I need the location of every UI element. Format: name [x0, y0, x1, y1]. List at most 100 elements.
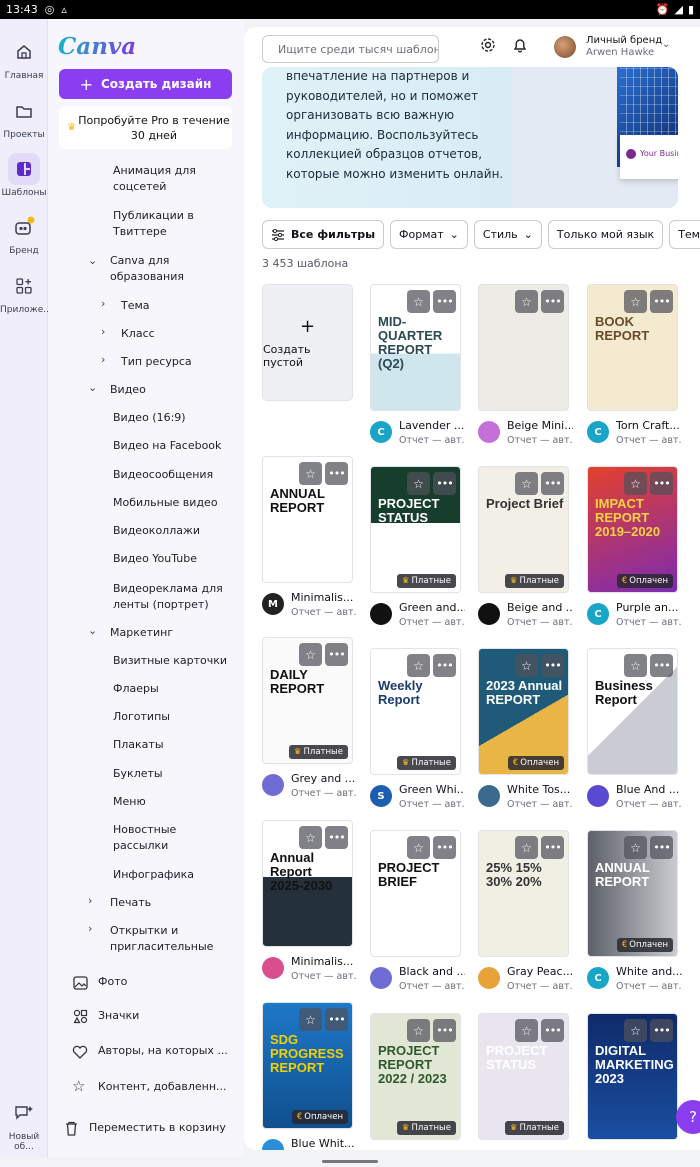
rail-apps[interactable]: Приложе...	[0, 270, 52, 315]
template-thumbnail[interactable]: PROJECT STATUS REPORT ☆ ••• ♛ Платные	[370, 466, 461, 593]
template-title[interactable]: Minimalis...	[291, 955, 357, 968]
search-input[interactable]: Ищите среди тысяч шаблонов	[278, 43, 438, 56]
template-thumbnail[interactable]: BOOK REPORT ☆ •••	[587, 284, 678, 411]
more-options-icon[interactable]: •••	[541, 290, 564, 313]
star-icon[interactable]: ☆	[624, 654, 647, 677]
template-title[interactable]: Grey and ...	[291, 772, 357, 785]
star-icon[interactable]: ☆	[624, 472, 647, 495]
chevron-down-icon[interactable]: ⌄	[88, 254, 97, 267]
template-title[interactable]: Minimalis...	[291, 591, 357, 604]
nav-starred-content[interactable]: Контент, добавленн...	[98, 1079, 227, 1095]
more-options-icon[interactable]: •••	[650, 836, 673, 859]
bell-icon[interactable]	[512, 37, 528, 57]
star-icon[interactable]: ☆	[624, 836, 647, 859]
star-icon[interactable]: ☆	[407, 836, 430, 859]
template-thumbnail[interactable]: 2023 Annual REPORT ☆ ••• € Оплачен	[478, 648, 569, 775]
nav-followed-creators[interactable]: Авторы, на которых ...	[98, 1043, 228, 1059]
nav-brochures[interactable]: Буклеты	[113, 766, 163, 782]
creator-avatar[interactable]	[478, 785, 500, 807]
filter-my-language[interactable]: Только мой язык	[547, 220, 664, 249]
pro-trial-card[interactable]: ♛ Попробуйте Pro в течение 30 дней	[59, 106, 232, 149]
nav-business-cards[interactable]: Визитные карточки	[113, 653, 227, 669]
nav-canva-education[interactable]: Canva для образования	[110, 253, 230, 285]
nav-twitter-posts[interactable]: Публикации в Твиттере	[113, 208, 233, 240]
nav-video-16-9[interactable]: Видео (16:9)	[113, 410, 186, 426]
template-thumbnail[interactable]: PROJECT BRIEF ☆ •••	[370, 830, 461, 957]
star-icon[interactable]: ☆	[299, 643, 322, 666]
template-thumbnail[interactable]: Project Brief ☆ ••• ♛ Платные	[478, 466, 569, 593]
nav-posters[interactable]: Плакаты	[113, 737, 164, 753]
creator-avatar[interactable]: M	[262, 593, 284, 615]
star-icon[interactable]: ☆	[299, 826, 322, 849]
template-thumbnail[interactable]: Business Report ☆ •••	[587, 648, 678, 775]
star-icon[interactable]: ☆	[407, 654, 430, 677]
template-thumbnail[interactable]: PROJECT STATUS ☆ ••• ♛ Платные	[478, 1013, 569, 1140]
creator-avatar[interactable]	[478, 421, 500, 443]
template-title[interactable]: Blue Whit...	[291, 1137, 357, 1150]
nav-menus[interactable]: Меню	[113, 794, 146, 810]
nav-social-animation[interactable]: Анимация для соцсетей	[113, 163, 233, 195]
template-title[interactable]: White and...	[616, 965, 682, 978]
star-icon[interactable]: ☆	[407, 472, 430, 495]
chevron-down-icon[interactable]: ⌄	[662, 39, 670, 50]
template-title[interactable]: Green and...	[399, 601, 465, 614]
star-icon[interactable]: ☆	[407, 1019, 430, 1042]
more-options-icon[interactable]: •••	[650, 654, 673, 677]
chevron-down-icon[interactable]: ⌄	[88, 381, 97, 394]
nav-feed-video-ad[interactable]: Видеореклама для ленты (портрет)	[113, 581, 225, 613]
nav-topic[interactable]: Тема	[121, 298, 150, 314]
filter-topic[interactable]: Тема⌄	[669, 220, 700, 249]
more-options-icon[interactable]: •••	[433, 836, 456, 859]
star-icon[interactable]: ☆	[624, 290, 647, 313]
rail-brand[interactable]: Бренд	[0, 211, 48, 256]
creator-avatar[interactable]	[262, 774, 284, 796]
creator-avatar[interactable]	[370, 967, 392, 989]
all-filters-button[interactable]: Все фильтры	[262, 220, 385, 249]
filter-format[interactable]: Формат ⌄	[390, 220, 468, 249]
nav-video-messages[interactable]: Видеосообщения	[113, 467, 213, 483]
star-icon[interactable]: ☆	[515, 472, 538, 495]
chevron-right-icon[interactable]: ›	[88, 894, 92, 907]
creator-avatar[interactable]: C	[370, 421, 392, 443]
star-icon[interactable]: ☆	[515, 290, 538, 313]
nav-class[interactable]: Класс	[121, 326, 155, 342]
template-thumbnail[interactable]: ☆ •••	[478, 284, 569, 411]
star-icon[interactable]: ☆	[299, 462, 322, 485]
more-options-icon[interactable]: •••	[433, 654, 456, 677]
more-options-icon[interactable]: •••	[433, 290, 456, 313]
template-title[interactable]: White Tos...	[507, 783, 573, 796]
more-options-icon[interactable]: •••	[325, 462, 348, 485]
nav-video[interactable]: Видео	[110, 382, 146, 398]
template-thumbnail[interactable]: PROJECT REPORT 2022 / 2023 ☆ ••• ♛ Платные	[370, 1013, 461, 1140]
more-options-icon[interactable]: •••	[541, 472, 564, 495]
creator-avatar[interactable]: C	[587, 603, 609, 625]
nav-video-facebook[interactable]: Видео на Facebook	[113, 438, 221, 454]
template-thumbnail[interactable]: DAILY REPORT ☆ ••• ♛ Платные	[262, 637, 353, 764]
more-options-icon[interactable]: •••	[541, 836, 564, 859]
nav-logos[interactable]: Логотипы	[113, 709, 170, 725]
settings-icon[interactable]	[480, 37, 496, 57]
more-options-icon[interactable]: •••	[433, 472, 456, 495]
search-bar[interactable]: Ищите среди тысяч шаблонов	[262, 35, 439, 63]
nav-trash[interactable]: Переместить в корзину	[89, 1120, 226, 1136]
creator-avatar[interactable]: C	[587, 967, 609, 989]
template-thumbnail[interactable]: 25% 15% 30% 20% ☆ •••	[478, 830, 569, 957]
more-options-icon[interactable]: •••	[650, 472, 673, 495]
nav-print[interactable]: Печать	[110, 895, 151, 911]
more-options-icon[interactable]: •••	[650, 290, 673, 313]
create-blank-card[interactable]: + Создать пустой	[262, 284, 353, 401]
chevron-right-icon[interactable]: ›	[101, 297, 105, 310]
template-title[interactable]: Torn Craft...	[616, 419, 682, 432]
chevron-down-icon[interactable]: ⌄	[88, 624, 97, 637]
account-switcher[interactable]: Личный бренд Arwen Hawke	[586, 35, 662, 59]
template-thumbnail[interactable]: MID-QUARTER REPORT (Q2) ☆ •••	[370, 284, 461, 411]
creator-avatar[interactable]	[262, 957, 284, 979]
nav-video-collage[interactable]: Видеоколлажи	[113, 523, 200, 539]
template-thumbnail[interactable]: SDG PROGRESS REPORT ☆ ••• € Оплачен	[262, 1002, 353, 1129]
template-title[interactable]: Green Whi...	[399, 783, 465, 796]
star-icon[interactable]: ☆	[299, 1008, 322, 1031]
rail-whats-new[interactable]: Новый об...	[0, 1097, 48, 1152]
template-thumbnail[interactable]: ANNUAL REPORT ☆ ••• € Оплачен	[587, 830, 678, 957]
template-thumbnail[interactable]: ANNUAL REPORT ☆ •••	[262, 456, 353, 583]
template-thumbnail[interactable]: DIGITAL MARKETING 2023 ☆ •••	[587, 1013, 678, 1140]
